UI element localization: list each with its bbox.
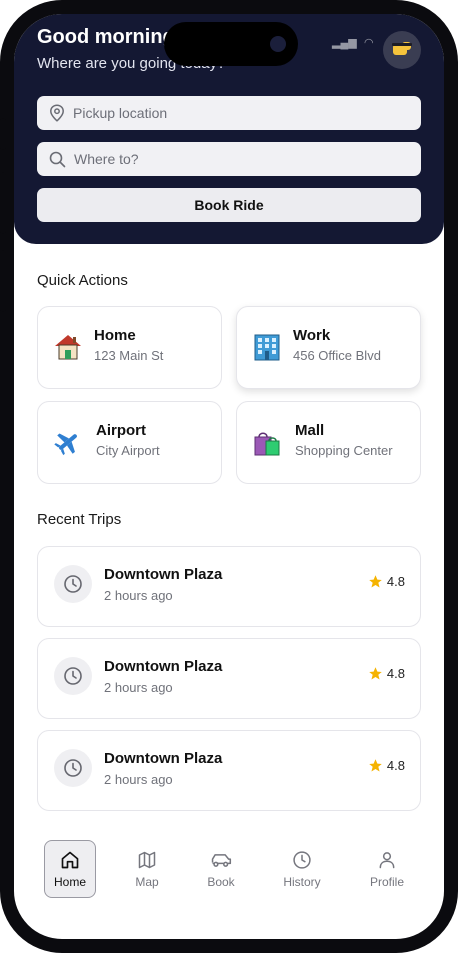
quick-action-subtitle: 123 Main St <box>94 348 164 363</box>
trip-destination: Downtown Plaza <box>104 750 223 767</box>
car-icon <box>211 853 232 867</box>
app-screen: Good morning Where are you going today? … <box>14 14 444 939</box>
power-button[interactable] <box>452 196 458 296</box>
quick-actions-title: Quick Actions <box>37 272 128 289</box>
star-icon <box>369 575 382 588</box>
tab-label: Book <box>207 874 235 889</box>
trip-rating: 4.8 <box>368 758 405 773</box>
quick-action-subtitle: Shopping Center <box>295 443 393 458</box>
camera-icon <box>270 36 286 52</box>
tab-book[interactable]: Book <box>195 840 247 898</box>
waving-hand-icon <box>392 42 412 55</box>
quick-action-title: Home <box>94 327 136 344</box>
bottom-tab-bar: Home Map Book History Profile <box>14 834 444 904</box>
trip-destination: Downtown Plaza <box>104 566 223 583</box>
trip-destination: Downtown Plaza <box>104 658 223 675</box>
trip-time: 2 hours ago <box>104 680 173 695</box>
map-icon <box>138 851 156 868</box>
volume-down-button[interactable] <box>0 250 6 312</box>
tab-profile[interactable]: Profile <box>361 840 413 898</box>
trip-rating-value: 4.8 <box>386 758 405 773</box>
star-icon <box>369 759 382 772</box>
volume-up-button[interactable] <box>0 172 6 234</box>
trip-clock-badge <box>54 657 92 695</box>
destination-field[interactable] <box>37 142 421 176</box>
destination-input[interactable] <box>74 151 394 167</box>
trip-time: 2 hours ago <box>104 588 173 603</box>
home-icon <box>61 851 79 868</box>
header: Good morning Where are you going today? … <box>14 14 444 244</box>
quick-action-subtitle: City Airport <box>96 443 160 458</box>
avatar[interactable] <box>383 31 421 69</box>
tab-home[interactable]: Home <box>44 840 96 898</box>
trip-card[interactable]: Downtown Plaza 2 hours ago 4.8 <box>37 730 421 811</box>
wifi-icon: ◠ <box>364 37 374 49</box>
airplane-icon <box>54 433 77 456</box>
shopping-bags-icon <box>254 432 280 456</box>
office-building-icon <box>254 334 280 361</box>
map-pin-icon <box>50 104 64 122</box>
tab-history[interactable]: History <box>276 840 328 898</box>
trip-rating-value: 4.8 <box>386 574 405 589</box>
house-icon <box>55 335 81 360</box>
clock-icon <box>64 667 82 685</box>
trip-rating: 4.8 <box>368 574 405 589</box>
quick-action-title: Airport <box>96 422 146 439</box>
trip-card[interactable]: Downtown Plaza 2 hours ago 4.8 <box>37 546 421 627</box>
trip-clock-badge <box>54 749 92 787</box>
recent-trips-title: Recent Trips <box>37 511 122 528</box>
trip-time: 2 hours ago <box>104 772 173 787</box>
clock-icon <box>64 575 82 593</box>
user-icon <box>379 851 395 868</box>
trip-card[interactable]: Downtown Plaza 2 hours ago 4.8 <box>37 638 421 719</box>
clock-icon <box>293 850 311 869</box>
book-ride-button[interactable]: Book Ride <box>37 188 421 222</box>
quick-action-title: Mall <box>295 422 325 439</box>
search-icon <box>49 151 66 167</box>
signal-icon: ▂▄▆ <box>332 37 357 49</box>
greeting: Good morning <box>37 26 175 48</box>
quick-action-home[interactable]: Home 123 Main St <box>37 306 222 389</box>
tab-label: Home <box>53 874 86 889</box>
tab-label: Map <box>135 874 159 889</box>
quick-action-title: Work <box>293 327 331 344</box>
pickup-field[interactable] <box>37 96 421 130</box>
dynamic-island <box>164 22 298 66</box>
pickup-input[interactable] <box>73 105 393 121</box>
quick-action-subtitle: 456 Office Blvd <box>293 348 381 363</box>
star-icon <box>369 667 382 680</box>
tab-label: History <box>283 874 321 889</box>
clock-icon <box>64 759 82 777</box>
tab-label: Profile <box>369 874 404 889</box>
tab-map[interactable]: Map <box>121 840 173 898</box>
quick-action-airport[interactable]: Airport City Airport <box>37 401 222 484</box>
trip-rating-value: 4.8 <box>386 666 405 681</box>
trip-clock-badge <box>54 565 92 603</box>
trip-rating: 4.8 <box>368 666 405 681</box>
quick-action-work[interactable]: Work 456 Office Blvd <box>236 306 421 389</box>
action-button[interactable] <box>0 118 6 150</box>
quick-action-mall[interactable]: Mall Shopping Center <box>236 401 421 484</box>
